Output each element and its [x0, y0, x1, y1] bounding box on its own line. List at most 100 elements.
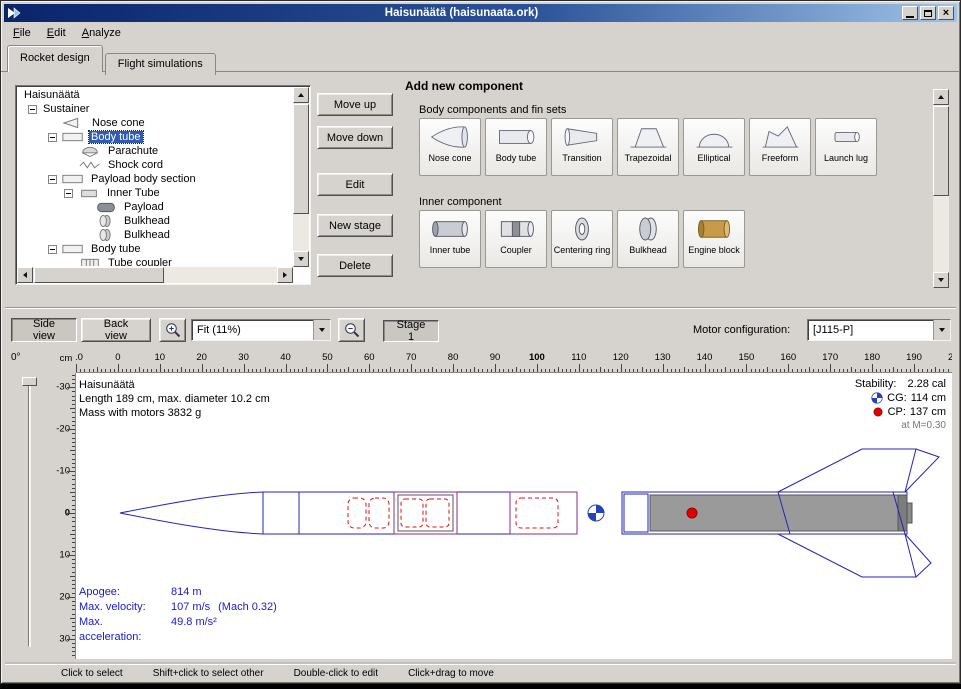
- tree-item-bulkhead[interactable]: Bulkhead: [18, 228, 292, 242]
- move-up-button[interactable]: Move up: [317, 93, 393, 116]
- zoom-level-select[interactable]: Fit (11%): [191, 319, 331, 341]
- tree-expander-minus-icon[interactable]: [48, 175, 57, 184]
- body-tube-icon: [61, 172, 85, 186]
- freeform-fin-icon: [758, 122, 802, 152]
- menu-analyze[interactable]: Analyze: [74, 25, 129, 41]
- new-stage-button[interactable]: New stage: [317, 214, 393, 237]
- nose-cone-shape: [120, 492, 263, 534]
- motor-configuration-label: Motor configuration:: [693, 324, 790, 336]
- ruler-tick-label: 70: [406, 352, 417, 363]
- tree-item-payload[interactable]: Payload: [18, 200, 292, 214]
- tree-item-bulkhead[interactable]: Bulkhead: [18, 214, 292, 228]
- side-view-button[interactable]: Side view: [11, 318, 77, 342]
- add-nose-cone-button[interactable]: Nose cone: [419, 118, 481, 176]
- rocket-canvas[interactable]: Haisunäätä Length 189 cm, max. diameter …: [76, 373, 952, 659]
- scroll-down-button[interactable]: [933, 272, 949, 288]
- window-icon: [7, 7, 21, 19]
- bulkhead-icon: [94, 228, 118, 242]
- tree-vscroll-thumb[interactable]: [293, 104, 309, 214]
- tree-hscroll-thumb[interactable]: [34, 267, 164, 283]
- tree-item-tube-coupler[interactable]: Tube coupler: [18, 256, 292, 266]
- scroll-down-button[interactable]: [293, 251, 309, 267]
- scroll-up-button[interactable]: [933, 89, 949, 105]
- scroll-up-button[interactable]: [293, 87, 309, 103]
- tree-item-parachute[interactable]: Parachute: [18, 144, 292, 158]
- move-down-button[interactable]: Move down: [317, 126, 393, 149]
- component-tree-panel: Haisunäätä Sustainer Nose cone Body tube…: [15, 85, 311, 285]
- add-coupler-button[interactable]: Coupler: [485, 210, 547, 268]
- zoom-in-button[interactable]: [159, 318, 186, 342]
- menu-bar: File Edit Analyze: [5, 23, 956, 43]
- scroll-right-icon: [283, 272, 287, 278]
- tree-horizontal-scrollbar[interactable]: [17, 267, 293, 283]
- section-divider: [5, 307, 956, 309]
- tree-item-shock-cord[interactable]: Shock cord: [18, 158, 292, 172]
- tree-expander-minus-icon[interactable]: [28, 105, 37, 114]
- tree-item-body-tube[interactable]: Body tube: [18, 130, 292, 144]
- motor-nozzle: [907, 503, 912, 523]
- add-body-tube-button[interactable]: Body tube: [485, 118, 547, 176]
- edit-button[interactable]: Edit: [317, 173, 393, 196]
- hint-double-click: Double-click to edit: [294, 668, 378, 679]
- body-components-group-label: Body components and fin sets: [419, 104, 566, 116]
- tree-item-nose-cone[interactable]: Nose cone: [18, 116, 292, 130]
- tree-item-root[interactable]: Haisunäätä: [18, 88, 292, 102]
- add-panel-scroll-thumb[interactable]: [933, 106, 949, 196]
- application-window: Haisunäätä (haisunaata.ork) × File Edit …: [0, 0, 961, 684]
- ruler-tick-label: 150: [738, 352, 754, 363]
- flight-data-block: Apogee:814 m Max. velocity:107 m/s(Mach …: [79, 585, 277, 645]
- tree-expander-minus-icon[interactable]: [64, 189, 73, 198]
- launch-lug-icon: [824, 122, 868, 152]
- shock-cord-icon: [78, 158, 102, 172]
- add-inner-tube-button[interactable]: Inner tube: [419, 210, 481, 268]
- close-button[interactable]: ×: [938, 6, 954, 20]
- motor-configuration-select[interactable]: [J115-P]: [807, 319, 951, 341]
- add-panel-scrollbar[interactable]: [933, 89, 949, 288]
- scroll-left-button[interactable]: [17, 267, 33, 283]
- add-trapezoidal-fin-button[interactable]: Trapezoidal: [617, 118, 679, 176]
- menu-edit[interactable]: Edit: [39, 25, 74, 41]
- scroll-right-button[interactable]: [277, 267, 293, 283]
- add-launch-lug-button[interactable]: Launch lug: [815, 118, 877, 176]
- scroll-up-icon: [298, 93, 304, 97]
- add-elliptical-fin-button[interactable]: Elliptical: [683, 118, 745, 176]
- tree-expander-minus-icon[interactable]: [48, 133, 57, 142]
- add-engine-block-button[interactable]: Engine block: [683, 210, 745, 268]
- tree-item-sustainer[interactable]: Sustainer: [18, 102, 292, 116]
- minimize-button[interactable]: [902, 6, 918, 20]
- add-bulkhead-button[interactable]: Bulkhead: [617, 210, 679, 268]
- stage-1-toggle[interactable]: Stage 1: [383, 320, 439, 342]
- add-freeform-fin-button[interactable]: Freeform: [749, 118, 811, 176]
- combo-arrow-button[interactable]: [313, 320, 330, 340]
- ruler-tick-label: 110: [571, 352, 586, 363]
- tree-expander-minus-icon[interactable]: [48, 245, 57, 254]
- ruler-tick-label: 40: [280, 352, 291, 363]
- cg-marker: [588, 505, 604, 521]
- rocket-name: Haisunäätä: [79, 378, 270, 392]
- title-bar: Haisunäätä (haisunaata.ork) ×: [4, 4, 957, 22]
- ruler-tick-label: 50: [322, 352, 333, 363]
- cp-marker: [687, 508, 697, 518]
- rotation-slider-handle[interactable]: [22, 377, 37, 386]
- bulkhead-icon: [94, 214, 118, 228]
- add-transition-button[interactable]: Transition: [551, 118, 613, 176]
- tree-item-body-tube-2[interactable]: Body tube: [18, 242, 292, 256]
- tree-item-payload-body-section[interactable]: Payload body section: [18, 172, 292, 186]
- menu-file[interactable]: File: [5, 25, 39, 41]
- ruler-tick-label: 10: [155, 352, 166, 363]
- ruler-tick-label: 170: [822, 352, 838, 363]
- delete-button[interactable]: Delete: [317, 254, 393, 277]
- tab-rocket-design[interactable]: Rocket design: [7, 45, 103, 72]
- tree-vertical-scrollbar[interactable]: [293, 87, 309, 267]
- back-view-button[interactable]: Back view: [81, 318, 151, 342]
- tree-item-inner-tube[interactable]: Inner Tube: [18, 186, 292, 200]
- ruler-tick-label: 20: [196, 352, 207, 363]
- add-centering-ring-button[interactable]: Centering ring: [551, 210, 613, 268]
- tab-flight-simulations[interactable]: Flight simulations: [105, 53, 216, 75]
- zoom-out-button[interactable]: [338, 318, 365, 342]
- maximize-button[interactable]: [920, 6, 936, 20]
- nose-cone-icon: [62, 116, 86, 130]
- combo-arrow-button[interactable]: [933, 320, 950, 340]
- rotation-slider-track[interactable]: [28, 379, 31, 647]
- trapezoidal-fin-icon: [626, 122, 670, 152]
